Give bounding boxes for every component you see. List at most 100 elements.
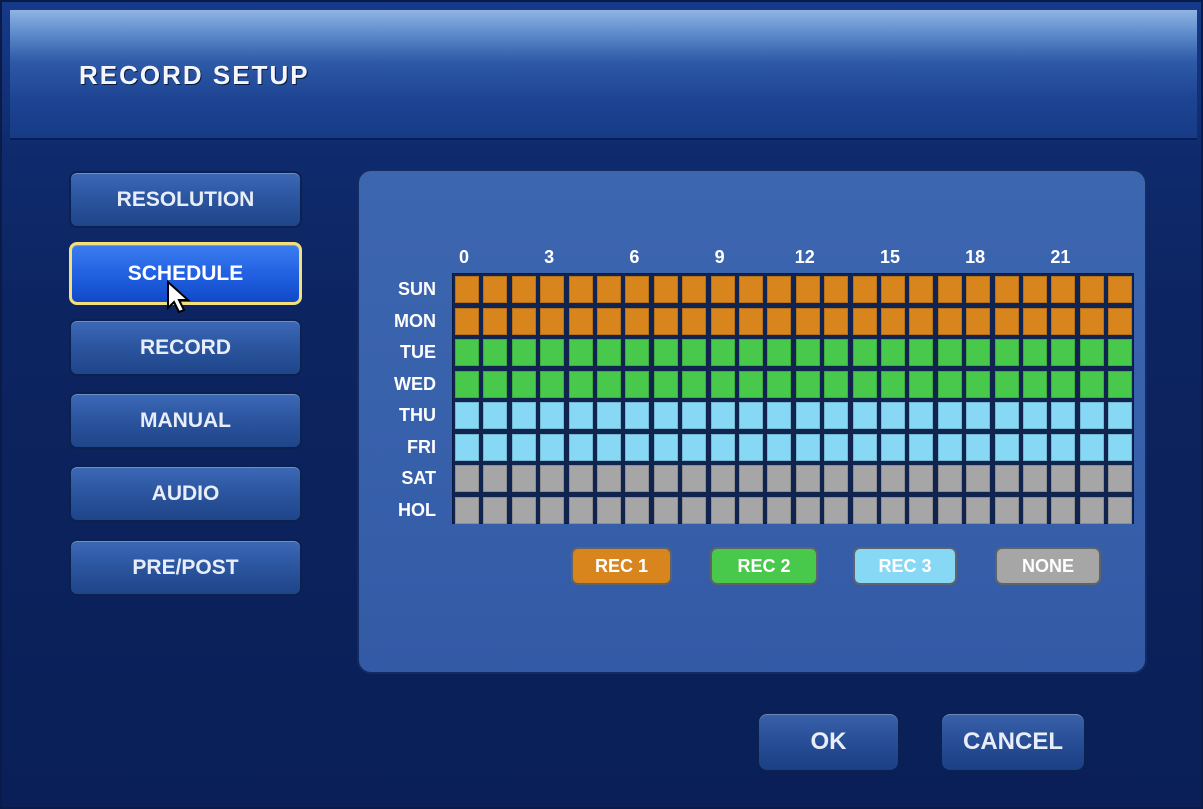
schedule-cell[interactable] xyxy=(1079,276,1104,303)
schedule-cell[interactable] xyxy=(483,433,508,461)
schedule-cell[interactable] xyxy=(767,339,792,366)
schedule-cell[interactable] xyxy=(739,370,763,398)
schedule-cell[interactable] xyxy=(625,307,650,335)
schedule-cell[interactable] xyxy=(795,496,820,524)
schedule-cell[interactable] xyxy=(540,307,565,335)
schedule-cell[interactable] xyxy=(653,402,678,429)
schedule-cell[interactable] xyxy=(540,496,565,524)
schedule-cell[interactable] xyxy=(625,433,650,461)
schedule-grid[interactable] xyxy=(452,273,1134,524)
schedule-cell[interactable] xyxy=(966,402,991,429)
menu-audio-button[interactable]: AUDIO xyxy=(69,465,302,522)
schedule-cell[interactable] xyxy=(795,276,820,303)
schedule-cell[interactable] xyxy=(795,433,820,461)
schedule-cell[interactable] xyxy=(824,496,849,524)
ok-button[interactable]: OK xyxy=(757,712,900,772)
schedule-cell[interactable] xyxy=(710,433,735,461)
schedule-cell[interactable] xyxy=(682,433,707,461)
schedule-cell[interactable] xyxy=(881,433,905,461)
schedule-cell[interactable] xyxy=(597,339,621,366)
schedule-cell[interactable] xyxy=(824,402,849,429)
schedule-cell[interactable] xyxy=(455,370,479,398)
schedule-cell[interactable] xyxy=(511,307,536,335)
schedule-cell[interactable] xyxy=(1023,402,1047,429)
schedule-cell[interactable] xyxy=(1051,339,1076,366)
schedule-cell[interactable] xyxy=(852,370,877,398)
schedule-cell[interactable] xyxy=(511,370,536,398)
schedule-cell[interactable] xyxy=(597,370,621,398)
menu-record-button[interactable]: RECORD xyxy=(69,319,302,376)
schedule-cell[interactable] xyxy=(1079,370,1104,398)
schedule-cell[interactable] xyxy=(710,370,735,398)
schedule-cell[interactable] xyxy=(511,496,536,524)
schedule-cell[interactable] xyxy=(710,465,735,492)
schedule-cell[interactable] xyxy=(1079,339,1104,366)
schedule-cell[interactable] xyxy=(1051,496,1076,524)
schedule-cell[interactable] xyxy=(937,433,962,461)
schedule-cell[interactable] xyxy=(483,307,508,335)
schedule-cell[interactable] xyxy=(795,402,820,429)
schedule-cell[interactable] xyxy=(824,307,849,335)
schedule-cell[interactable] xyxy=(483,402,508,429)
menu-prepost-button[interactable]: PRE/POST xyxy=(69,539,302,596)
schedule-cell[interactable] xyxy=(1108,465,1133,492)
schedule-cell[interactable] xyxy=(653,370,678,398)
schedule-cell[interactable] xyxy=(994,433,1019,461)
schedule-cell[interactable] xyxy=(739,307,763,335)
schedule-cell[interactable] xyxy=(710,402,735,429)
schedule-cell[interactable] xyxy=(852,276,877,303)
schedule-cell[interactable] xyxy=(1023,339,1047,366)
schedule-cell[interactable] xyxy=(568,465,593,492)
schedule-cell[interactable] xyxy=(881,307,905,335)
legend-rec3-button[interactable]: REC 3 xyxy=(853,547,957,585)
schedule-cell[interactable] xyxy=(824,339,849,366)
schedule-cell[interactable] xyxy=(682,465,707,492)
schedule-cell[interactable] xyxy=(511,433,536,461)
schedule-cell[interactable] xyxy=(653,339,678,366)
schedule-cell[interactable] xyxy=(966,496,991,524)
schedule-cell[interactable] xyxy=(455,465,479,492)
schedule-cell[interactable] xyxy=(597,496,621,524)
schedule-cell[interactable] xyxy=(824,433,849,461)
schedule-cell[interactable] xyxy=(852,339,877,366)
schedule-cell[interactable] xyxy=(568,307,593,335)
schedule-cell[interactable] xyxy=(937,307,962,335)
schedule-cell[interactable] xyxy=(710,276,735,303)
schedule-cell[interactable] xyxy=(909,276,934,303)
schedule-cell[interactable] xyxy=(852,433,877,461)
schedule-cell[interactable] xyxy=(739,465,763,492)
schedule-cell[interactable] xyxy=(966,465,991,492)
schedule-cell[interactable] xyxy=(795,465,820,492)
schedule-cell[interactable] xyxy=(739,339,763,366)
schedule-cell[interactable] xyxy=(1079,307,1104,335)
schedule-cell[interactable] xyxy=(455,339,479,366)
schedule-cell[interactable] xyxy=(937,276,962,303)
schedule-cell[interactable] xyxy=(483,339,508,366)
schedule-cell[interactable] xyxy=(994,370,1019,398)
schedule-cell[interactable] xyxy=(994,339,1019,366)
schedule-cell[interactable] xyxy=(1108,370,1133,398)
schedule-cell[interactable] xyxy=(540,276,565,303)
schedule-cell[interactable] xyxy=(568,276,593,303)
schedule-cell[interactable] xyxy=(881,465,905,492)
schedule-cell[interactable] xyxy=(597,433,621,461)
schedule-cell[interactable] xyxy=(625,276,650,303)
schedule-cell[interactable] xyxy=(1051,433,1076,461)
schedule-cell[interactable] xyxy=(795,339,820,366)
schedule-cell[interactable] xyxy=(739,276,763,303)
schedule-cell[interactable] xyxy=(710,496,735,524)
schedule-cell[interactable] xyxy=(966,433,991,461)
schedule-cell[interactable] xyxy=(937,496,962,524)
schedule-cell[interactable] xyxy=(682,307,707,335)
schedule-cell[interactable] xyxy=(909,433,934,461)
schedule-cell[interactable] xyxy=(1051,402,1076,429)
schedule-cell[interactable] xyxy=(625,496,650,524)
schedule-cell[interactable] xyxy=(1108,276,1133,303)
schedule-cell[interactable] xyxy=(909,370,934,398)
schedule-cell[interactable] xyxy=(966,339,991,366)
schedule-cell[interactable] xyxy=(597,307,621,335)
menu-manual-button[interactable]: MANUAL xyxy=(69,392,302,449)
schedule-cell[interactable] xyxy=(909,339,934,366)
schedule-cell[interactable] xyxy=(511,339,536,366)
schedule-cell[interactable] xyxy=(568,433,593,461)
